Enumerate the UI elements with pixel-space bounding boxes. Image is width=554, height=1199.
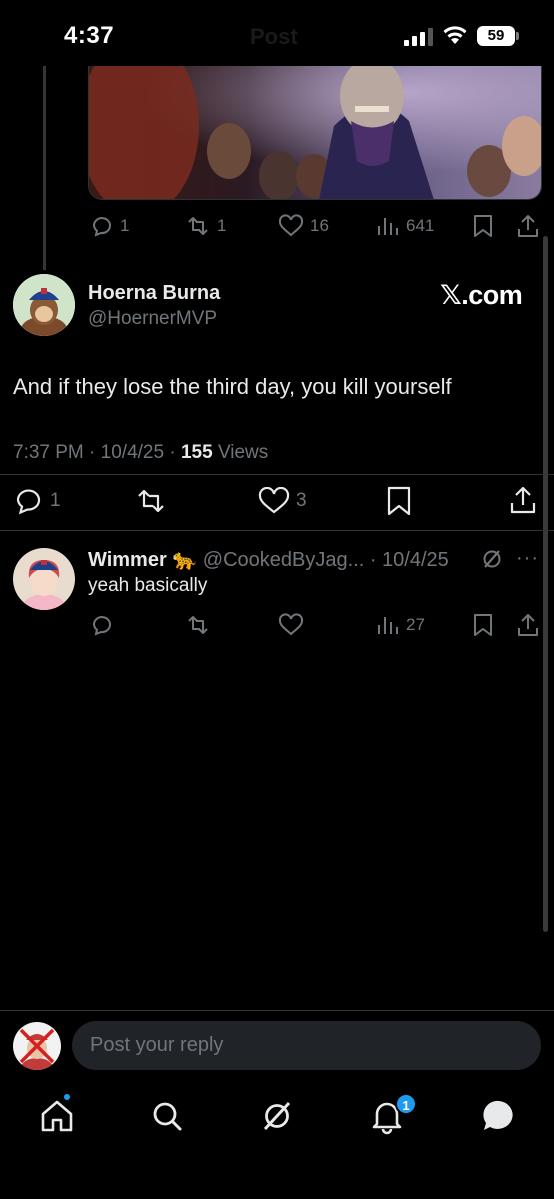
cellular-signal-icon xyxy=(404,28,433,46)
quoted-reply-count: 1 xyxy=(120,216,130,235)
bookmark-icon[interactable] xyxy=(472,214,494,238)
home-icon[interactable] xyxy=(37,1096,77,1136)
more-options-icon[interactable]: ··· xyxy=(516,547,539,570)
user-avatar-illustration xyxy=(13,1022,61,1070)
reply-handle[interactable]: @CookedByJag... xyxy=(203,549,365,571)
media-still-illustration xyxy=(89,66,541,199)
grok-nav-icon[interactable] xyxy=(257,1096,297,1136)
thread-connector-line xyxy=(43,66,46,270)
reply-bookmark-button[interactable] xyxy=(472,613,494,637)
meta-separator: · xyxy=(89,442,101,463)
battery-indicator: 59 xyxy=(477,26,515,46)
reply-icon xyxy=(16,489,41,515)
tweet-date[interactable]: 10/4/25 xyxy=(101,442,164,463)
reply-like-button[interactable] xyxy=(278,613,304,637)
reply-author-avatar[interactable] xyxy=(13,548,75,610)
meta-separator: · xyxy=(169,442,181,463)
xcom-source-badge: 𝕏.com xyxy=(440,280,523,310)
reply-share-button[interactable] xyxy=(516,612,540,638)
quoted-views-count: 641 xyxy=(406,216,435,235)
quoted-like-count: 16 xyxy=(310,216,329,235)
tweet-text: And if they lose the third day, you kill… xyxy=(13,374,452,399)
divider xyxy=(0,474,554,475)
reply-button[interactable]: 1 xyxy=(14,487,61,515)
tweet-views-count: 155 xyxy=(180,442,213,463)
repost-icon xyxy=(188,217,208,235)
header-title: Post xyxy=(250,24,298,49)
reply-icon xyxy=(92,217,111,237)
bookmark-button[interactable] xyxy=(386,486,412,516)
heart-icon xyxy=(278,214,304,237)
messages-icon[interactable] xyxy=(479,1096,519,1136)
like-button[interactable]: 3 xyxy=(258,487,307,515)
reply-reply-button[interactable] xyxy=(90,613,114,637)
divider xyxy=(0,530,554,531)
battery-tip xyxy=(516,32,519,40)
anime-avatar-illustration xyxy=(13,548,75,610)
wifi-icon xyxy=(443,26,467,44)
tweet-meta: 7:37 PM · 10/4/25 · 155 Views xyxy=(13,442,268,464)
author-avatar[interactable] xyxy=(13,274,75,336)
author-display-name[interactable]: Hoerna Burna xyxy=(88,282,220,305)
quoted-like-button[interactable]: 16 xyxy=(278,214,329,238)
notifications-badge: 1 xyxy=(395,1093,417,1115)
tweet-time[interactable]: 7:37 PM xyxy=(13,442,84,463)
share-icon[interactable] xyxy=(516,213,540,239)
search-icon[interactable] xyxy=(147,1096,187,1136)
share-button[interactable] xyxy=(509,485,537,515)
tweet-views-label: Views xyxy=(217,442,269,463)
status-time: 4:37 xyxy=(64,22,115,49)
repost-button[interactable] xyxy=(134,487,168,515)
quoted-reply-button[interactable]: 1 xyxy=(90,214,129,238)
views-chart-icon xyxy=(378,218,398,235)
reply-repost-button[interactable] xyxy=(185,613,211,637)
reply-header: Wimmer 🐆 @CookedByJag... · 10/4/25 xyxy=(88,547,449,572)
views-chart-icon xyxy=(378,617,398,634)
quoted-repost-count: 1 xyxy=(217,216,227,235)
reply-views-count: 27 xyxy=(406,615,425,634)
reply-input[interactable]: Post your reply xyxy=(72,1021,541,1070)
reply-count: 1 xyxy=(50,490,61,511)
reply-date[interactable]: 10/4/25 xyxy=(382,549,449,571)
status-bar: 4:37 Post 59 xyxy=(0,0,554,66)
grok-icon[interactable] xyxy=(481,548,503,570)
like-count: 3 xyxy=(296,490,307,511)
home-unread-dot xyxy=(62,1092,72,1102)
reply-display-name[interactable]: Wimmer 🐆 xyxy=(88,549,197,571)
current-user-avatar[interactable] xyxy=(13,1022,61,1070)
heart-icon xyxy=(258,487,290,514)
scrollbar[interactable] xyxy=(543,236,548,932)
tweet-media-image[interactable] xyxy=(88,66,542,200)
reply-views-button[interactable]: 27 xyxy=(376,613,425,637)
author-handle[interactable]: @HoernerMVP xyxy=(88,308,217,330)
quoted-views-button[interactable]: 641 xyxy=(376,214,434,238)
reply-text: yeah basically xyxy=(88,575,208,596)
meta-separator: · xyxy=(364,549,383,571)
quoted-repost-button[interactable]: 1 xyxy=(185,214,226,238)
monkey-avatar-illustration xyxy=(13,274,75,336)
